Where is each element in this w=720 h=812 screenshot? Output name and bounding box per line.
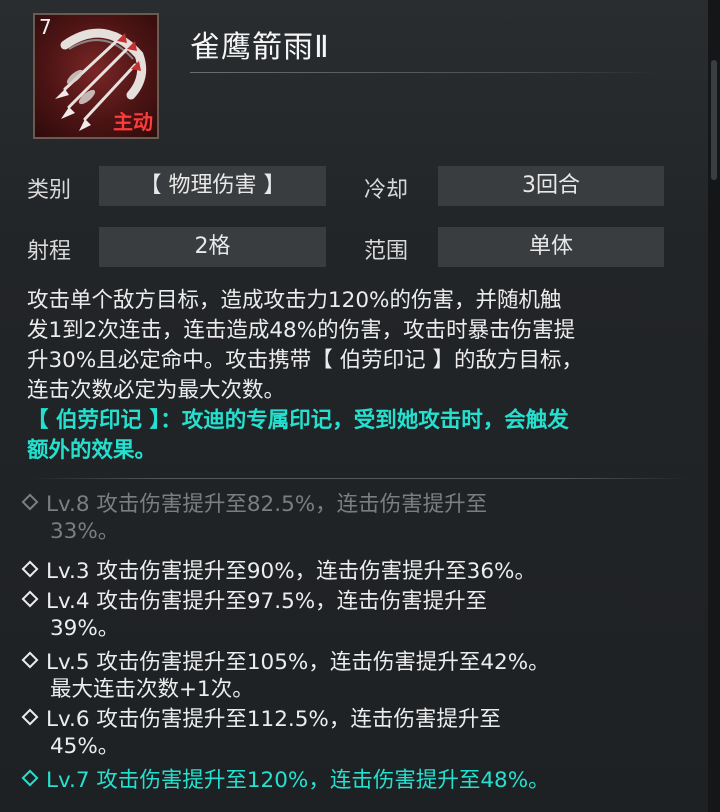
area-value: 单体 — [438, 227, 664, 267]
diamond-bullet-icon — [21, 651, 39, 669]
scrollbar-thumb[interactable] — [711, 60, 717, 180]
skill-title: 雀鹰箭雨Ⅱ — [190, 30, 330, 65]
skill-icon-frame[interactable]: 7 主动 — [33, 13, 159, 139]
category-value: 【 物理伤害 】 — [99, 166, 326, 206]
level-upgrade-text: Lv.8 攻击伤害提升至82.5%，连击伤害提升至 — [46, 492, 488, 517]
skill-detail-panel: 7 主动 雀鹰箭雨Ⅱ 类别 【 物理伤害 】 冷却 3回合 射程 2格 范围 单… — [0, 0, 710, 812]
description-line: 发1到2次连击，连击造成48%的伤害，攻击时暴击伤害提 — [27, 318, 576, 343]
cooldown-label: 冷却 — [364, 178, 409, 203]
diamond-bullet-icon — [21, 493, 39, 511]
level-upgrade-text: Lv.7 攻击伤害提升至120%，连击伤害提升至48%。 — [46, 768, 550, 793]
level-upgrade-item-current: Lv.7 攻击伤害提升至120%，连击伤害提升至48%。 — [21, 767, 684, 794]
skill-description: 攻击单个敌方目标，造成攻击力120%的伤害，并随机触 发1到2次连击，连击造成4… — [27, 286, 677, 466]
range-label: 射程 — [27, 239, 72, 264]
level-upgrade-item: Lv.5 攻击伤害提升至105%，连击伤害提升至42%。 最大连击次数+1次。 — [21, 649, 684, 703]
title-underline — [190, 72, 660, 73]
mark-description-line: 额外的效果。 — [27, 438, 157, 463]
level-upgrade-text: Lv.3 攻击伤害提升至90%，连击伤害提升至36%。 — [46, 559, 536, 584]
description-line: 攻击单个敌方目标，造成攻击力120%的伤害，并随机触 — [27, 288, 562, 313]
diamond-bullet-icon — [21, 769, 39, 787]
section-divider — [30, 478, 690, 479]
level-upgrade-item: Lv.8 攻击伤害提升至82.5%，连击伤害提升至 33%。 — [21, 491, 684, 545]
skill-type-badge: 主动 — [113, 110, 153, 134]
level-upgrade-text: Lv.4 攻击伤害提升至97.5%，连击伤害提升至 — [46, 589, 488, 614]
level-upgrade-item: Lv.3 攻击伤害提升至90%，连击伤害提升至36%。 — [21, 558, 684, 585]
diamond-bullet-icon — [21, 590, 39, 608]
scrollbar[interactable] — [708, 0, 720, 812]
level-upgrade-text-cont: 45%。 — [50, 734, 120, 759]
diamond-bullet-icon — [21, 560, 39, 578]
level-upgrade-item: Lv.4 攻击伤害提升至97.5%，连击伤害提升至 39%。 — [21, 588, 684, 642]
diamond-bullet-icon — [21, 708, 39, 726]
cooldown-value: 3回合 — [438, 166, 664, 206]
level-upgrade-item: Lv.6 攻击伤害提升至112.5%，连击伤害提升至 45%。 — [21, 706, 684, 760]
range-value: 2格 — [99, 227, 326, 267]
skill-level-badge: 7 — [39, 15, 52, 39]
category-label: 类别 — [27, 178, 72, 203]
mark-description-line: 【 伯劳印记 】：攻迪的专属印记，受到她攻击时，会触发 — [27, 408, 569, 433]
level-upgrade-text-cont: 最大连击次数+1次。 — [50, 677, 254, 702]
description-line: 连击次数必定为最大次数。 — [27, 378, 286, 403]
description-line: 升30%且必定命中。攻击携带【 伯劳印记 】的敌方目标， — [27, 348, 583, 373]
level-upgrade-text: Lv.5 攻击伤害提升至105%，连击伤害提升至42%。 — [46, 650, 550, 675]
level-upgrade-text: Lv.6 攻击伤害提升至112.5%，连击伤害提升至 — [46, 707, 501, 732]
level-upgrade-text-cont: 39%。 — [50, 616, 120, 641]
level-upgrade-text-cont: 33%。 — [50, 519, 120, 544]
area-label: 范围 — [364, 239, 409, 264]
